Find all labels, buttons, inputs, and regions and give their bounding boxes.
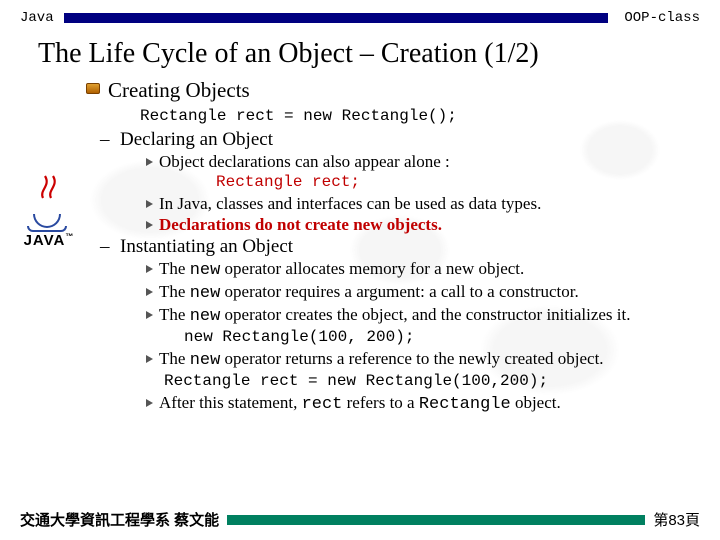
arrow-bullet-icon bbox=[146, 221, 153, 229]
footer-divider-bar bbox=[227, 515, 645, 525]
bullet-level1-icon bbox=[86, 83, 100, 94]
arrow-bullet-icon bbox=[146, 399, 153, 407]
java-cup-icon bbox=[27, 180, 71, 228]
steam-icon bbox=[37, 172, 65, 202]
java-logo: JAVA™ bbox=[20, 180, 78, 249]
sub1-heading: Declaring an Object bbox=[120, 129, 273, 151]
java-logo-text: JAVA™ bbox=[20, 232, 78, 249]
sub1-point2: In Java, classes and interfaces can be u… bbox=[159, 193, 541, 214]
arrow-bullet-icon bbox=[146, 200, 153, 208]
sub2-point5: After this statement, rect refers to a R… bbox=[159, 392, 561, 415]
header-left-label: Java bbox=[20, 10, 54, 26]
sub2-heading: Instantiating an Object bbox=[120, 236, 293, 258]
arrow-bullet-icon bbox=[146, 265, 153, 273]
sub1-point1: Object declarations can also appear alon… bbox=[159, 151, 450, 172]
header: Java OOP-class bbox=[0, 0, 720, 30]
sub2-point1: The new operator allocates memory for a … bbox=[159, 258, 524, 281]
dash-bullet: – bbox=[100, 236, 112, 258]
arrow-bullet-icon bbox=[146, 355, 153, 363]
page-title: The Life Cycle of an Object – Creation (… bbox=[0, 30, 720, 76]
header-divider-bar bbox=[64, 13, 609, 23]
arrow-bullet-icon bbox=[146, 288, 153, 296]
footer: 交通大學資訊工程學系 蔡文能 第83頁 bbox=[0, 509, 720, 530]
page-number: 第83頁 bbox=[653, 509, 700, 530]
sub2-point4: The new operator returns a reference to … bbox=[159, 348, 604, 371]
dash-bullet: – bbox=[100, 129, 112, 151]
arrow-bullet-icon bbox=[146, 311, 153, 319]
header-right-label: OOP-class bbox=[618, 10, 700, 26]
code-example-main: Rectangle rect = new Rectangle(); bbox=[0, 105, 720, 129]
code-instantiate-1: new Rectangle(100, 200); bbox=[0, 327, 720, 348]
sub2-point3: The new operator creates the object, and… bbox=[159, 304, 631, 327]
section-heading: Creating Objects bbox=[108, 78, 250, 103]
code-instantiate-2: Rectangle rect = new Rectangle(100,200); bbox=[0, 371, 720, 392]
arrow-bullet-icon bbox=[146, 158, 153, 166]
sub2-point2: The new operator requires a argument: a … bbox=[159, 281, 579, 304]
sub1-point3: Declarations do not create new objects. bbox=[159, 214, 442, 235]
footer-author: 交通大學資訊工程學系 蔡文能 bbox=[20, 509, 219, 530]
code-declare: Rectangle rect; bbox=[0, 172, 720, 193]
